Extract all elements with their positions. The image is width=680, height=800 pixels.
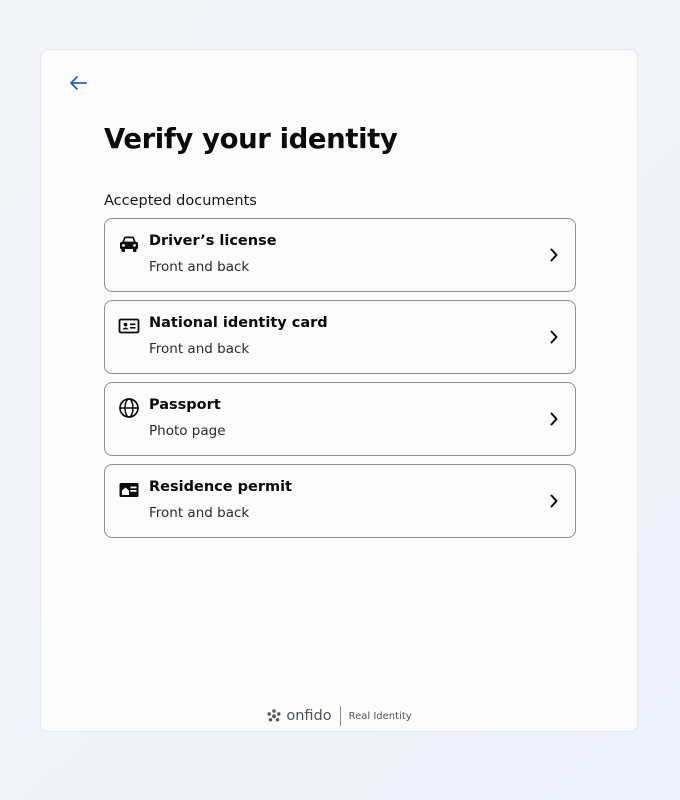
onfido-logo: onfido	[266, 708, 332, 724]
document-name: Residence permit	[149, 479, 292, 495]
page-title: Verify your identity	[104, 123, 398, 155]
document-option-residence-permit[interactable]: Residence permit Front and back	[104, 464, 576, 538]
chevron-right-icon	[550, 494, 558, 508]
document-option-drivers-license[interactable]: Driver’s license Front and back	[104, 218, 576, 292]
document-detail: Front and back	[149, 341, 250, 357]
id-card-icon	[118, 318, 140, 334]
residence-card-icon	[119, 483, 139, 497]
footer-branding: onfido Real Identity	[41, 706, 637, 726]
footer-divider	[339, 706, 341, 726]
verification-card: Verify your identity Accepted documents …	[40, 49, 638, 732]
document-list: Driver’s license Front and back National…	[104, 218, 576, 546]
accepted-documents-label: Accepted documents	[104, 193, 257, 209]
arrow-left-icon	[70, 76, 87, 90]
document-name: Driver’s license	[149, 233, 277, 249]
footer-tagline: Real Identity	[348, 710, 412, 722]
globe-icon	[119, 398, 139, 418]
chevron-right-icon	[550, 330, 558, 344]
document-option-passport[interactable]: Passport Photo page	[104, 382, 576, 456]
document-detail: Front and back	[149, 505, 250, 521]
back-button[interactable]	[65, 72, 91, 94]
onfido-mark-icon	[267, 709, 281, 722]
document-name: Passport	[149, 397, 221, 413]
logo-text: onfido	[286, 708, 332, 724]
document-option-national-identity-card[interactable]: National identity card Front and back	[104, 300, 576, 374]
document-detail: Front and back	[149, 259, 250, 275]
document-detail: Photo page	[149, 423, 226, 439]
chevron-right-icon	[550, 248, 558, 262]
document-name: National identity card	[149, 315, 328, 331]
chevron-right-icon	[550, 412, 558, 426]
car-icon	[120, 236, 138, 252]
